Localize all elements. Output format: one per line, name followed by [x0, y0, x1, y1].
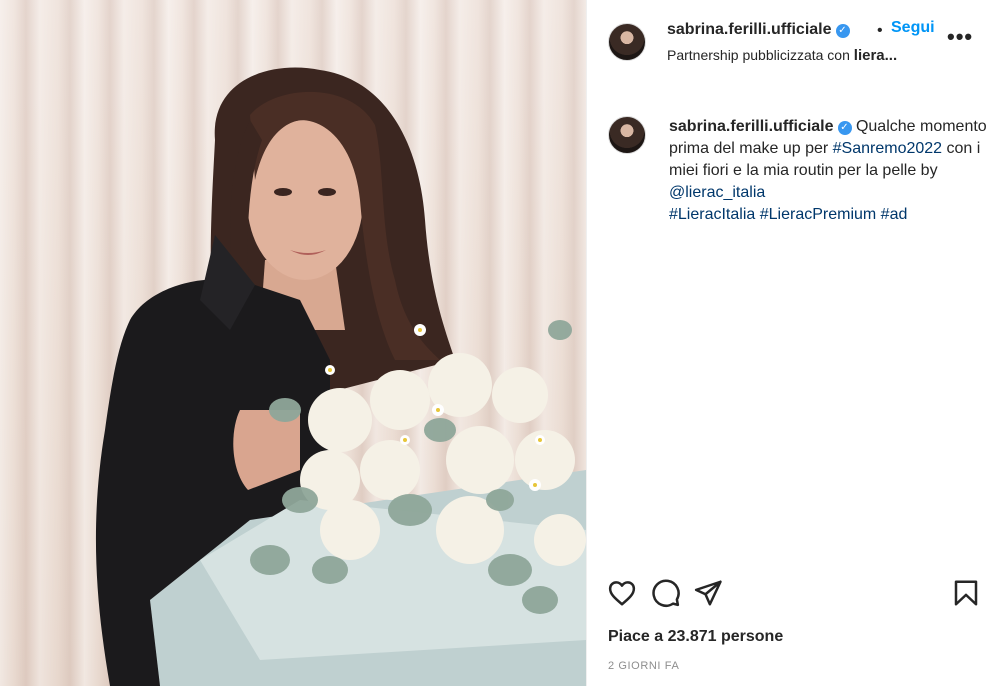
more-options-icon[interactable]: ••• — [947, 24, 973, 50]
verified-badge-icon: ✓ — [837, 121, 852, 135]
paper-plane-icon[interactable] — [693, 578, 723, 608]
hashtag-lieracpremium[interactable]: #LieracPremium — [760, 206, 876, 223]
hashtag-sanremo2022[interactable]: #Sanremo2022 — [833, 140, 942, 157]
heart-icon[interactable] — [607, 578, 637, 608]
follow-button[interactable]: Segui — [887, 19, 939, 37]
post-actions-bar — [587, 570, 1000, 614]
post-photo[interactable] — [0, 0, 586, 686]
avatar[interactable] — [608, 23, 646, 61]
partnership-label: Partnership pubblicizzata con liera... — [667, 47, 897, 64]
photo-illustration — [95, 67, 586, 686]
comment-icon[interactable] — [651, 578, 681, 608]
caption-avatar[interactable] — [608, 116, 646, 154]
mention-lierac-italia[interactable]: @lierac_italia — [669, 184, 765, 201]
username-text[interactable]: sabrina.ferilli.ufficiale — [667, 21, 832, 38]
likes-count[interactable]: Piace a 23.871 persone — [608, 628, 783, 646]
separator-dot: • — [877, 22, 883, 39]
bookmark-icon[interactable] — [951, 578, 981, 608]
instagram-post: sabrina.ferilli.ufficiale ✓ • Segui Partn… — [0, 0, 1000, 686]
partnership-prefix: Partnership pubblicizzata con — [667, 47, 854, 63]
verified-badge-icon: ✓ — [835, 24, 850, 38]
post-side-panel: sabrina.ferilli.ufficiale ✓ • Segui Partn… — [586, 0, 1000, 686]
post-timestamp[interactable]: 2 GIORNI FA — [608, 660, 679, 672]
hashtag-ad[interactable]: #ad — [881, 206, 908, 223]
username-link[interactable]: sabrina.ferilli.ufficiale ✓ — [667, 21, 850, 39]
post-header: sabrina.ferilli.ufficiale ✓ • Segui Partn… — [587, 0, 1000, 86]
caption-username-link[interactable]: sabrina.ferilli.ufficiale ✓ — [669, 118, 852, 135]
partnership-brand-link[interactable]: liera... — [854, 47, 897, 64]
hashtag-lieracitalia[interactable]: #LieracItalia — [669, 206, 755, 223]
caption-username[interactable]: sabrina.ferilli.ufficiale — [669, 118, 834, 135]
post-caption: sabrina.ferilli.ufficiale ✓ Qualche momen… — [669, 116, 987, 226]
